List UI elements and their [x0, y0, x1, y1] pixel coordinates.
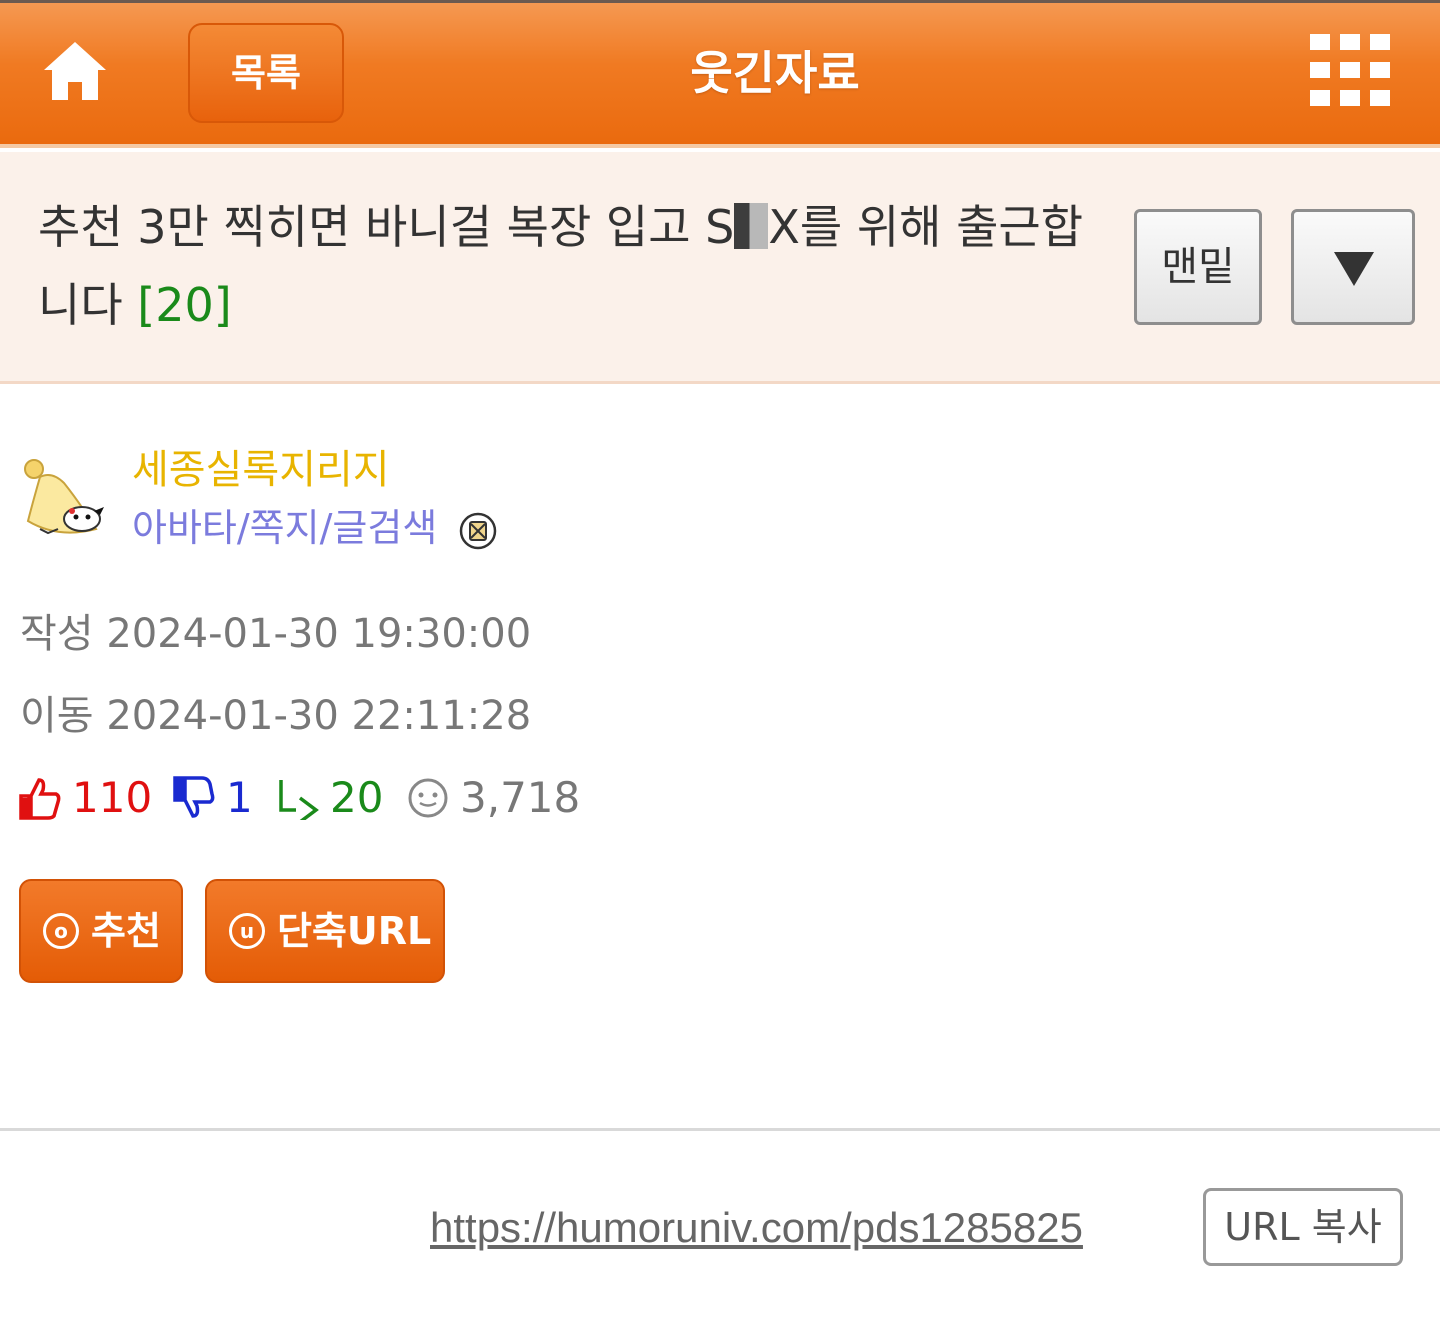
top-navigation-bar: 목록 웃긴자료	[0, 0, 1440, 148]
recommend-circle-icon: o	[43, 913, 79, 949]
avatar-bell-icon[interactable]	[18, 455, 110, 547]
board-title: 웃긴자료	[690, 46, 860, 100]
grid-menu-icon	[1310, 34, 1390, 106]
smiley-face-icon	[408, 778, 448, 818]
copy-url-button[interactable]: URL 복사	[1203, 1188, 1403, 1266]
scroll-bottom-button[interactable]: 맨밑	[1134, 209, 1262, 325]
comment-count[interactable]: [20]	[137, 278, 231, 332]
downvote-count: 1	[226, 773, 253, 822]
reply-arrow-icon	[279, 780, 319, 820]
short-url-button[interactable]: u 단축URL	[205, 879, 445, 983]
post-title: 추천 3만 찍히면 바니걸 복장 입고 S X를 위해 출근합니다 [20]	[38, 188, 1098, 344]
message-icon[interactable]	[458, 511, 498, 551]
post-url-link[interactable]: https://humoruniv.com/pds1285825	[430, 1198, 1083, 1258]
post-title-text-1: 추천 3만 찍히면 바니걸 복장 입고 S	[38, 200, 735, 254]
moved-date: 이동 2024-01-30 22:11:28	[20, 693, 532, 739]
list-button[interactable]: 목록	[188, 23, 344, 123]
recommend-label: 추천	[91, 909, 161, 953]
post-title-area: 추천 3만 찍히면 바니걸 복장 입고 S X를 위해 출근합니다 [20] 맨밑	[0, 152, 1440, 384]
upvote-count: 110	[72, 773, 153, 822]
thumbs-down-icon	[173, 776, 215, 818]
author-name[interactable]: 세종실록지리지	[132, 444, 390, 496]
menu-button[interactable]	[1310, 34, 1394, 112]
censor-block	[734, 203, 769, 249]
expand-down-button[interactable]	[1291, 209, 1415, 325]
recommend-button[interactable]: o 추천	[19, 879, 183, 983]
triangle-down-icon	[1334, 252, 1374, 286]
home-button[interactable]	[40, 38, 110, 104]
thumbs-up-icon	[19, 778, 61, 820]
home-icon	[44, 42, 106, 100]
comment-stat-count: 20	[330, 773, 384, 822]
shorturl-circle-icon: u	[229, 913, 265, 949]
written-date: 작성 2024-01-30 19:30:00	[20, 611, 532, 657]
author-links[interactable]: 아바타/쪽지/글검색	[132, 502, 437, 554]
short-url-label: 단축URL	[277, 909, 432, 953]
view-count: 3,718	[460, 773, 581, 822]
content-divider	[0, 1128, 1440, 1131]
